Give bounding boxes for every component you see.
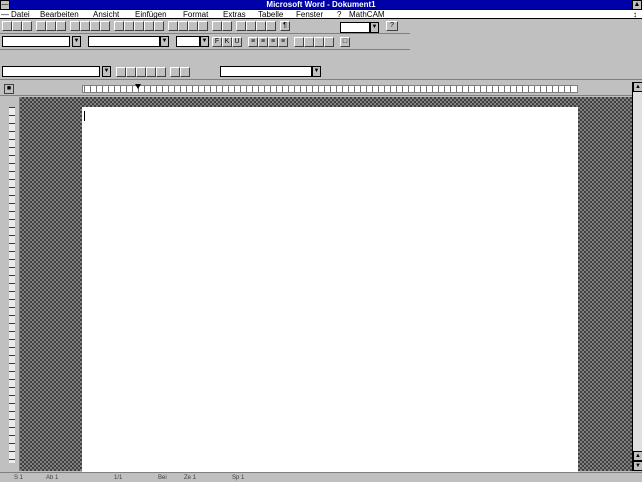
merge-icon[interactable] (246, 21, 256, 31)
status-line: Ze 1 (184, 475, 197, 481)
align-center-icon[interactable]: ≡ (258, 37, 268, 47)
paste-icon[interactable] (90, 21, 100, 31)
status-page-count: 1/1 (114, 475, 123, 481)
menu-format[interactable]: Format (182, 10, 209, 19)
shading-dropdown-icon[interactable]: ▼ (312, 66, 321, 77)
menu-bearbeiten[interactable]: Bearbeiten (39, 10, 80, 19)
autoformat-icon[interactable] (134, 21, 144, 31)
preview-icon[interactable] (46, 21, 56, 31)
help-icon[interactable]: ? (386, 21, 398, 31)
menu-einfuegen[interactable]: Einfügen (134, 10, 168, 19)
indent-marker-icon[interactable] (135, 84, 141, 89)
scroll-down-icon[interactable]: ▼ (633, 461, 642, 471)
italic-icon[interactable]: K (222, 37, 232, 47)
shading-combo[interactable] (220, 66, 312, 77)
print-icon[interactable] (36, 21, 46, 31)
envelope-icon[interactable] (236, 21, 246, 31)
menu-fenster[interactable]: Fenster (295, 10, 324, 19)
line-style-combo[interactable] (2, 66, 100, 77)
vertical-ruler (0, 97, 20, 471)
font-dropdown-icon[interactable]: ▼ (160, 36, 169, 47)
top-border-icon[interactable] (116, 67, 126, 77)
drawing-icon[interactable] (188, 21, 198, 31)
format-painter-icon[interactable] (100, 21, 110, 31)
text-cursor (84, 111, 85, 121)
numbering-icon[interactable] (294, 37, 304, 47)
scroll-up-icon[interactable]: ▲ (633, 82, 642, 92)
table-icon[interactable] (154, 21, 164, 31)
size-dropdown-icon[interactable]: ▼ (200, 36, 209, 47)
macro-icon[interactable] (256, 21, 266, 31)
document-page[interactable] (82, 107, 578, 472)
size-combo[interactable] (176, 36, 200, 47)
border-toolbar-icon[interactable] (222, 21, 232, 31)
right-border-icon[interactable] (156, 67, 166, 77)
vertical-scrollbar[interactable]: ▲ ▲ ▼ (632, 82, 642, 471)
status-page: S 1 (14, 475, 24, 481)
ruler-toggle-icon[interactable]: ■ (4, 84, 14, 94)
menu-datei[interactable]: Datei (10, 10, 31, 19)
align-left-icon[interactable]: ≡ (248, 37, 258, 47)
menu-tabelle[interactable]: Tabelle (257, 10, 284, 19)
chart-icon[interactable] (198, 21, 208, 31)
save-icon[interactable] (22, 21, 32, 31)
borders-toolbar: ▼ ▼ (0, 64, 642, 80)
zoom-dropdown-icon[interactable]: ▼ (370, 22, 379, 33)
no-border-icon[interactable] (180, 67, 190, 77)
underline-icon[interactable]: U (232, 37, 242, 47)
outside-border-icon[interactable] (170, 67, 180, 77)
align-right-icon[interactable]: ≡ (268, 37, 278, 47)
status-bar: S 1 Ab 1 1/1 Bei Ze 1 Sp 1 (0, 472, 642, 482)
title-bar[interactable]: — Microsoft Word - Dokument1 ▲ (0, 0, 642, 10)
wizard-icon[interactable] (266, 21, 276, 31)
frame-icon[interactable] (212, 21, 222, 31)
columns-icon[interactable] (178, 21, 188, 31)
status-section: Ab 1 (46, 475, 59, 481)
menu-mathcam[interactable]: MathCAM (348, 10, 386, 19)
status-at: Bei (158, 475, 167, 481)
font-combo[interactable] (88, 36, 160, 47)
horizontal-ruler[interactable]: ■ (0, 82, 642, 96)
maximize-icon[interactable]: ▲ (632, 0, 642, 10)
document-system-menu-icon[interactable]: — (0, 10, 10, 19)
bottom-border-icon[interactable] (126, 67, 136, 77)
menu-ansicht[interactable]: Ansicht (92, 10, 120, 19)
window-title: Microsoft Word - Dokument1 (266, 0, 376, 9)
undo-icon[interactable] (114, 21, 124, 31)
cut-icon[interactable] (70, 21, 80, 31)
decrease-indent-icon[interactable] (314, 37, 324, 47)
menu-bar: — Datei Bearbeiten Ansicht Einfügen Form… (0, 10, 642, 19)
menu-help[interactable]: ? (336, 10, 342, 19)
left-border-icon[interactable] (136, 67, 146, 77)
redo-icon[interactable] (124, 21, 134, 31)
style-combo[interactable] (2, 36, 70, 47)
zoom-combo[interactable] (340, 22, 370, 33)
copy-icon[interactable] (80, 21, 90, 31)
formatting-toolbar: ▼ ▼ ▼ F K U ≡ ≡ ≡ ≡ □ (0, 34, 410, 50)
menu-extras[interactable]: Extras (222, 10, 247, 19)
excel-icon[interactable] (168, 21, 178, 31)
show-all-icon[interactable]: ¶ (280, 21, 290, 31)
bold-icon[interactable]: F (212, 37, 222, 47)
vertical-ruler-ticks (9, 107, 15, 463)
increase-indent-icon[interactable] (324, 37, 334, 47)
inside-border-icon[interactable] (146, 67, 156, 77)
style-dropdown-icon[interactable]: ▼ (72, 36, 81, 47)
document-restore-icon[interactable]: ↕ (632, 10, 638, 19)
justify-icon[interactable]: ≡ (278, 37, 288, 47)
ruler-ticks (84, 86, 576, 92)
standard-toolbar: ¶ ▼ ? (0, 20, 410, 34)
line-style-dropdown-icon[interactable]: ▼ (102, 66, 111, 77)
prev-page-icon[interactable]: ▲ (633, 451, 642, 461)
new-icon[interactable] (2, 21, 12, 31)
open-icon[interactable] (12, 21, 22, 31)
spelling-icon[interactable] (56, 21, 66, 31)
status-column: Sp 1 (232, 475, 245, 481)
insert-address-icon[interactable] (144, 21, 154, 31)
borders-icon[interactable]: □ (340, 37, 350, 47)
bullets-icon[interactable] (304, 37, 314, 47)
